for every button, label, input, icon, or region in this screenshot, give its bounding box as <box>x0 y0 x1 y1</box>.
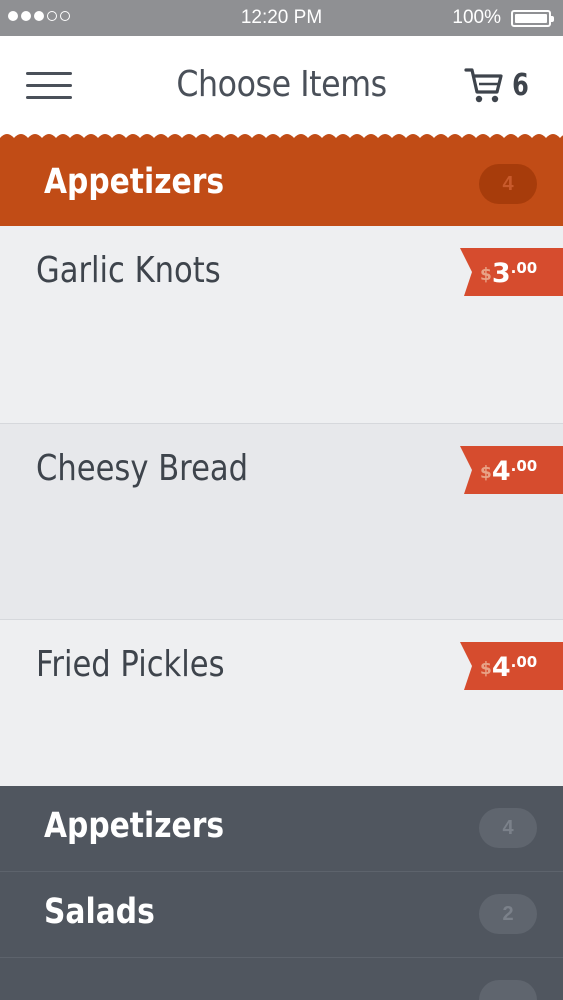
status-bar: 12:20 PM 100% <box>0 0 563 36</box>
menu-item-garlic-knots[interactable]: Garlic Knots $3.00 <box>0 226 563 424</box>
price-currency: $ <box>480 265 492 285</box>
category-row-salads[interactable]: Salads 2 <box>0 872 563 958</box>
price-dollars: 3 <box>491 258 511 289</box>
active-category-count-badge: 4 <box>479 164 537 204</box>
item-name: Garlic Knots <box>36 250 221 291</box>
category-row-partial[interactable] <box>0 958 563 1000</box>
category-count-badge: 4 <box>479 808 537 848</box>
cart-button[interactable]: 6 <box>464 66 531 104</box>
category-count-badge: 2 <box>479 894 537 934</box>
item-list: Garlic Knots $3.00 Cheesy Bread $4.00 Fr… <box>0 226 563 786</box>
active-category-header[interactable]: Appetizers 4 <box>0 140 563 226</box>
price-tag: $4.00 <box>460 642 563 690</box>
category-label: Salads <box>44 892 155 932</box>
category-list: Appetizers 4 Salads 2 <box>0 786 563 1000</box>
price-cents: .00 <box>510 653 538 671</box>
price-tag: $4.00 <box>460 446 563 494</box>
header: Choose Items 6 <box>0 36 563 140</box>
category-label: Appetizers <box>44 806 225 846</box>
category-count-badge <box>479 980 537 1000</box>
active-category-label: Appetizers <box>44 162 225 202</box>
battery-percentage: 100% <box>452 7 501 28</box>
price-cents: .00 <box>510 457 538 475</box>
item-name: Fried Pickles <box>36 644 225 685</box>
price-currency: $ <box>480 659 492 679</box>
page-title: Choose Items <box>176 64 387 105</box>
price-cents: .00 <box>510 259 538 277</box>
battery-icon <box>511 10 554 27</box>
price-tag: $3.00 <box>460 248 563 296</box>
category-row-appetizers[interactable]: Appetizers 4 <box>0 786 563 872</box>
item-name: Cheesy Bread <box>36 448 249 489</box>
price-dollars: 4 <box>491 456 511 487</box>
menu-item-fried-pickles[interactable]: Fried Pickles $4.00 <box>0 620 563 786</box>
cart-count: 6 <box>512 67 529 103</box>
price-currency: $ <box>480 463 492 483</box>
menu-item-cheesy-bread[interactable]: Cheesy Bread $4.00 <box>0 424 563 620</box>
price-dollars: 4 <box>491 652 511 683</box>
cart-icon <box>464 68 503 103</box>
